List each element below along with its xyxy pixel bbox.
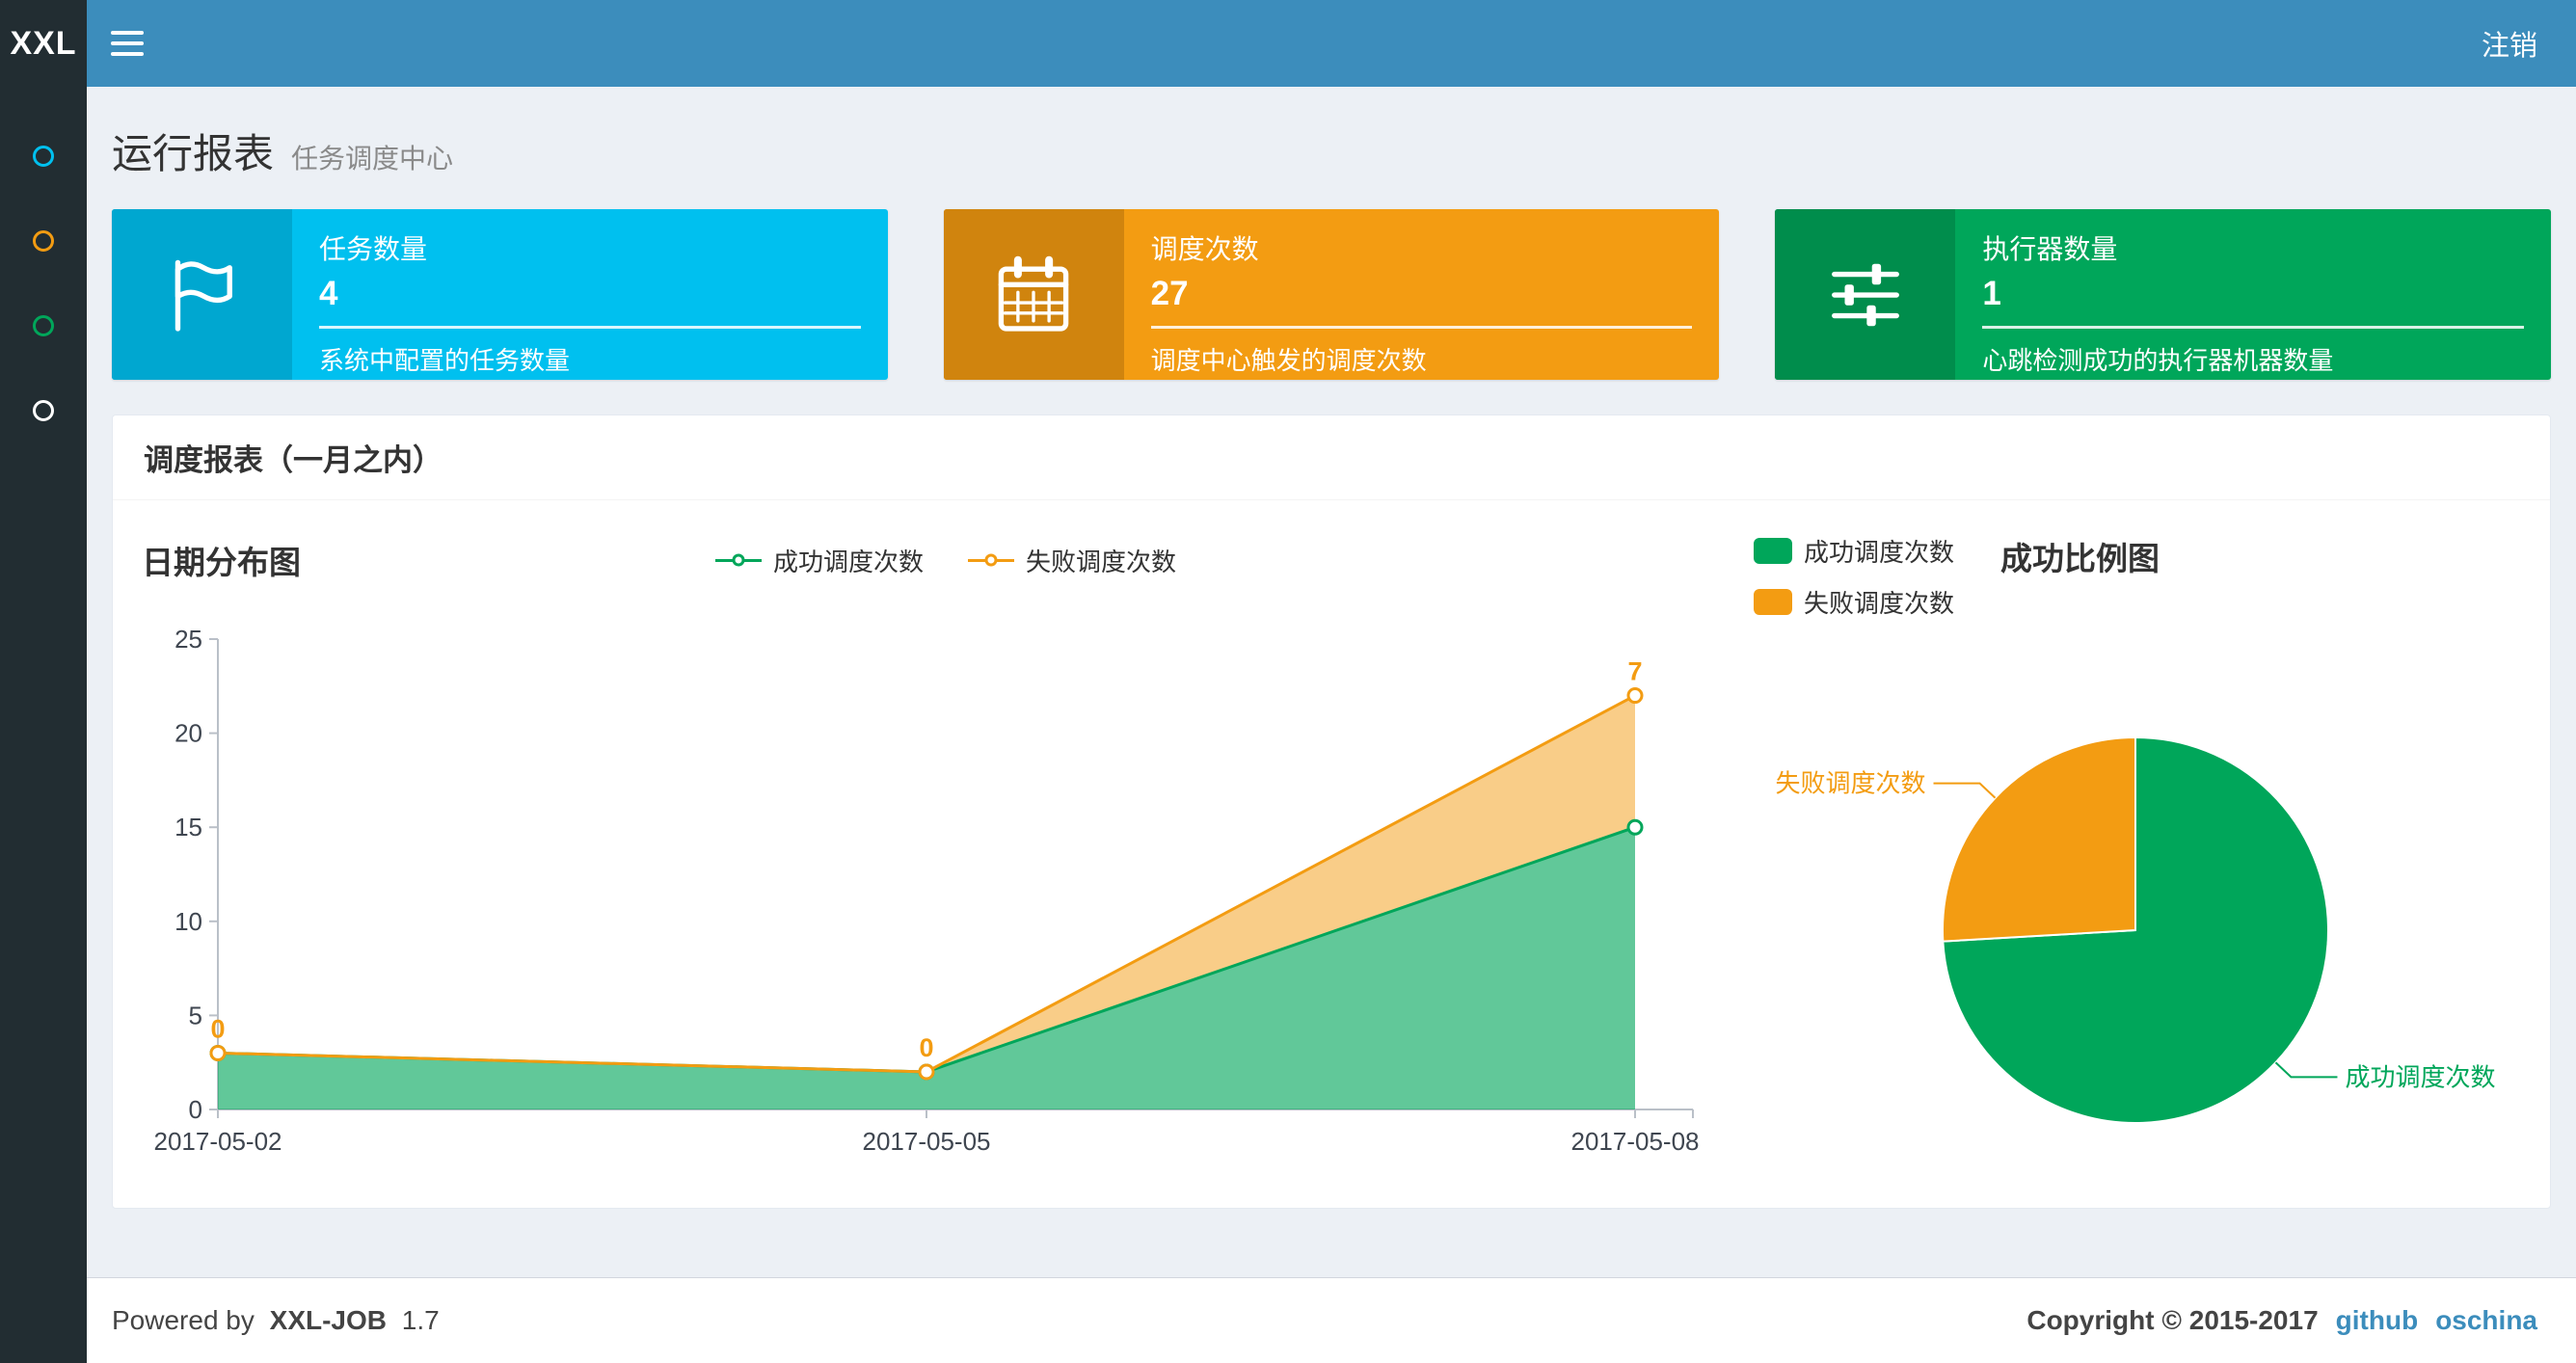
svg-text:0: 0 [919,1033,933,1062]
svg-text:2017-05-02: 2017-05-02 [154,1127,282,1156]
panel-title: 调度报表（一月之内） [113,415,2550,500]
line-chart-legend: 成功调度次数 失败调度次数 [142,543,1750,578]
content-wrapper: 运行报表 任务调度中心 任务数量 4 系统中配置的任务数量 调度次数 27 调度… [87,87,2576,1277]
info-box-value: 4 [319,275,338,312]
legend-label: 失败调度次数 [1804,589,1955,618]
legend-item-success[interactable]: 成功调度次数 [714,543,924,578]
page-title: 运行报表 [112,131,275,176]
success-ratio-block: 成功调度次数 失败调度次数 成功比例图 成功调度次数 失败调度次数 [1750,529,2521,1169]
info-box-title: 任务数量 [319,234,428,264]
date-distribution-chart: 05101520252017-05-02 2017-05-05 2017-05-08… [154,625,1700,1156]
page-header: 运行报表 任务调度中心 [112,121,2551,180]
page-subtitle: 任务调度中心 [291,144,454,174]
svg-text:2017-05-05: 2017-05-05 [863,1127,991,1156]
hamburger-icon [111,31,144,35]
line-marker-icon [968,553,1014,568]
page-footer: Powered by XXL-JOB 1.7 Copyright © 2015-… [87,1277,2576,1363]
legend-item-success[interactable]: 成功调度次数 [1754,533,1954,569]
swatch-icon [1754,589,1792,615]
hamburger-icon [111,41,144,45]
oschina-link[interactable]: oschina [2435,1305,2537,1336]
sidebar-item-dashboard[interactable] [0,114,87,199]
hamburger-icon [111,52,144,56]
svg-text:15: 15 [174,813,202,842]
info-box-progress-bar [1982,326,2525,329]
top-navbar: XXL 注销 [0,0,2576,87]
pie-chart-header: 成功调度次数 失败调度次数 成功比例图 [1750,529,2521,620]
footer-copyright: Copyright © 2015-2017 github oschina [2026,1305,2537,1336]
success-ratio-pie-chart: 成功调度次数 失败调度次数 [1776,735,2495,1124]
line-marker-icon [714,553,762,568]
info-box-body: 任务数量 4 系统中配置的任务数量 [292,209,888,380]
legend-label: 成功调度次数 [772,547,924,576]
date-distribution-block: 日期分布图 成功调度次数 失败调度次数 0 5 10 15 20 25 2017-05-02… [142,529,1750,1169]
charts-row: 日期分布图 成功调度次数 失败调度次数 0 5 10 15 20 25 2017-05-02… [113,500,2550,1208]
svg-text:成功调度次数: 成功调度次数 [2345,1062,2495,1091]
info-box-body: 调度次数 27 调度中心触发的调度次数 [1124,209,1720,380]
copyright-text: Copyright © 2015-2017 [2026,1305,2319,1335]
svg-text:5: 5 [189,1001,202,1029]
line-chart-header: 日期分布图 成功调度次数 失败调度次数 [142,529,1750,591]
github-link[interactable]: github [2336,1305,2419,1336]
circle-o-icon [33,400,54,421]
app-logo[interactable]: XXL [0,0,87,87]
info-box-description: 心跳检测成功的执行器机器数量 [1982,346,2334,375]
navbar-right: 注销 [2482,0,2576,87]
sidebar-toggle-button[interactable] [87,0,168,87]
logout-link[interactable]: 注销 [2482,23,2537,64]
calendar-icon [943,209,1124,380]
sidebar-item-logs[interactable] [0,283,87,368]
circle-o-icon [33,315,54,336]
svg-text:25: 25 [174,625,202,654]
info-box-title: 调度次数 [1150,234,1259,264]
pie-chart-legend: 成功调度次数 失败调度次数 [1754,533,1954,620]
svg-text:20: 20 [174,719,202,748]
svg-text:0: 0 [189,1095,202,1124]
info-box-executor-count: 执行器数量 1 心跳检测成功的执行器机器数量 [1775,209,2552,380]
info-box-value: 1 [1982,275,2001,312]
info-box-value: 27 [1150,275,1189,312]
info-box-title: 执行器数量 [1982,234,2118,264]
footer-powered-by: Powered by XXL-JOB 1.7 [112,1305,447,1336]
version: 1.7 [401,1305,440,1335]
pie-chart-title: 成功比例图 [2000,541,2160,576]
flag-icon [112,209,292,380]
legend-item-fail[interactable]: 失败调度次数 [1754,584,1954,620]
powered-prefix: Powered by [112,1305,255,1335]
svg-text:失败调度次数: 失败调度次数 [1776,769,1926,798]
svg-text:2017-05-08: 2017-05-08 [1571,1127,1700,1156]
svg-text:7: 7 [1627,657,1642,686]
report-panel: 调度报表（一月之内） 日期分布图 成功调度次数 失败调度次数 0 5 10 15… [112,414,2551,1209]
legend-label: 失败调度次数 [1026,547,1177,576]
svg-text:0: 0 [210,1014,225,1043]
swatch-icon [1754,538,1792,564]
sliders-icon [1775,209,1956,380]
info-box-progress-bar [319,326,861,329]
brand-name: XXL-JOB [269,1305,388,1335]
circle-o-icon [33,146,54,167]
info-box-task-count: 任务数量 4 系统中配置的任务数量 [112,209,888,380]
legend-item-fail[interactable]: 失败调度次数 [968,543,1176,578]
svg-text:10: 10 [174,907,202,936]
info-box-row: 任务数量 4 系统中配置的任务数量 调度次数 27 调度中心触发的调度次数 执行… [112,209,2552,380]
info-box-body: 执行器数量 1 心跳检测成功的执行器机器数量 [1955,209,2551,380]
info-box-description: 系统中配置的任务数量 [319,346,571,375]
info-box-progress-bar [1150,326,1693,329]
sidebar-item-jobs[interactable] [0,199,87,283]
info-box-trigger-count: 调度次数 27 调度中心触发的调度次数 [943,209,1720,380]
sidebar-item-executors[interactable] [0,368,87,453]
info-box-description: 调度中心触发的调度次数 [1150,346,1427,375]
legend-label: 成功调度次数 [1804,538,1955,567]
collapsed-sidebar [0,87,87,1363]
circle-o-icon [33,230,54,252]
